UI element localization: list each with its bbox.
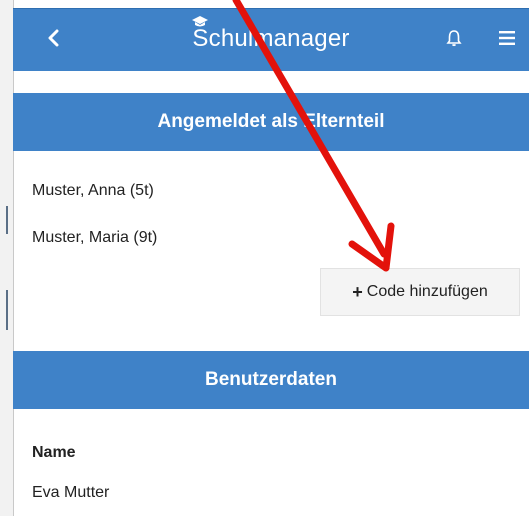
background-window-edge xyxy=(0,0,14,516)
edge-mark xyxy=(6,290,8,330)
bell-icon xyxy=(446,30,462,47)
add-code-label: Code hinzufügen xyxy=(366,283,488,300)
app-title: Schulmanager xyxy=(192,25,350,52)
child-entry-maria: Muster, Maria (9t) xyxy=(32,229,158,246)
parent-section-heading: Angemeldet als Elternteil xyxy=(13,93,529,151)
name-label: Name xyxy=(32,444,76,461)
annotation-arrow xyxy=(232,0,395,272)
name-value: Eva Mutter xyxy=(32,484,110,501)
menu-button[interactable] xyxy=(499,31,517,47)
app-header: Schulmanager xyxy=(13,8,529,71)
user-section-heading: Benutzerdaten xyxy=(13,351,529,409)
add-code-button[interactable]: + Code hinzufügen xyxy=(320,268,520,316)
graduation-cap-icon xyxy=(192,16,208,27)
edge-mark xyxy=(6,206,8,234)
notifications-button[interactable] xyxy=(446,29,466,51)
plus-icon: + xyxy=(352,281,363,302)
hamburger-menu-icon xyxy=(499,31,515,45)
child-entry-anna: Muster, Anna (5t) xyxy=(32,182,154,199)
